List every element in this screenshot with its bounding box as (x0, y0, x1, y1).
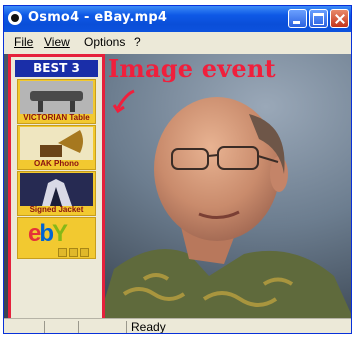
sidebar-header: BEST 3 (15, 60, 98, 77)
video-area[interactable]: BEST 3 VICTORIAN Table OAK Phono Signed … (4, 54, 351, 318)
ebay-logo: ebY (28, 220, 68, 247)
maximize-button[interactable] (309, 9, 328, 28)
player-window: Osmo4 - eBay.mp4 File View Options ? BES… (3, 5, 352, 334)
status-divider (126, 321, 127, 333)
jacket-thumbnail-icon (20, 173, 93, 206)
app-icon[interactable] (8, 11, 22, 25)
menu-options[interactable]: Options (84, 35, 125, 49)
ebay-letter-b: b (39, 220, 54, 247)
menu-help[interactable]: ? (134, 35, 141, 49)
pointer-arrow-icon (112, 89, 135, 114)
minimize-button[interactable] (288, 9, 307, 28)
menu-bar: File View Options ? (4, 32, 351, 54)
ebay-letter-e: e (28, 220, 41, 247)
status-divider (78, 321, 79, 333)
title-bar[interactable]: Osmo4 - eBay.mp4 (4, 6, 351, 32)
image-event-label: Image event (108, 54, 276, 83)
menu-view[interactable]: View (44, 35, 70, 49)
sidebar-item-oak-phono[interactable]: OAK Phono (17, 125, 96, 170)
menu-options-label: Options (84, 35, 126, 49)
nav-button-3[interactable] (80, 248, 89, 257)
table-thumbnail-icon (20, 81, 93, 114)
nav-button-2[interactable] (69, 248, 78, 257)
item-caption: Signed Jacket (29, 205, 84, 214)
item-caption: VICTORIAN Table (23, 113, 90, 122)
close-button[interactable] (330, 9, 349, 28)
status-text: Ready (131, 320, 166, 334)
sidebar-item-signed-jacket[interactable]: Signed Jacket (17, 171, 96, 216)
status-divider (44, 321, 45, 333)
menu-view-label: View (44, 35, 70, 49)
nav-button-1[interactable] (58, 248, 67, 257)
window-title: Osmo4 - eBay.mp4 (28, 10, 168, 25)
menu-file-label: File (14, 35, 34, 49)
ebay-logo-panel[interactable]: ebY (17, 217, 96, 259)
menu-help-label: ? (134, 35, 141, 49)
ebay-letter-y: Y (52, 220, 68, 247)
item-caption: OAK Phono (34, 159, 79, 168)
best3-sidebar: BEST 3 VICTORIAN Table OAK Phono Signed … (8, 54, 105, 318)
menu-file[interactable]: File (14, 35, 33, 49)
phonograph-thumbnail-icon (20, 127, 93, 160)
sidebar-item-victorian-table[interactable]: VICTORIAN Table (17, 79, 96, 124)
status-bar: Ready (4, 318, 351, 334)
